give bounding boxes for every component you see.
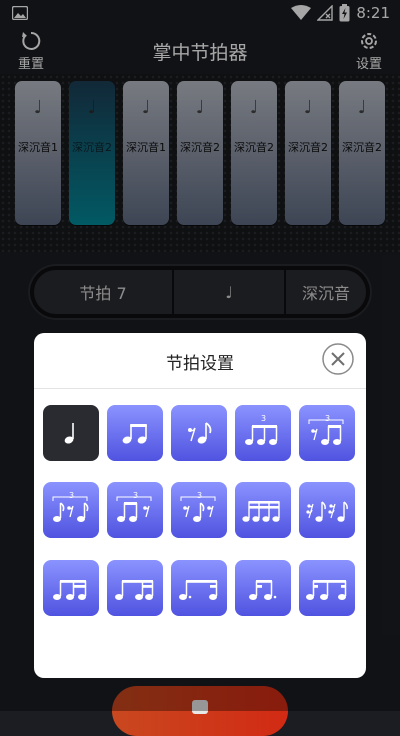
triplet-icon: 3 [245, 414, 278, 445]
sixteenth-eighth-sixteenth-icon [306, 580, 347, 600]
triplet-numeral: 3 [325, 414, 330, 423]
triplet-numeral: 3 [197, 491, 202, 500]
rhythm-option-triplet[interactable]: 3 [235, 405, 291, 461]
two-eighths-icon [122, 424, 147, 444]
rhythm-option-dotted-eighth-sixteenth[interactable] [171, 560, 227, 616]
rhythm-option-four-sixteenths[interactable] [235, 482, 291, 538]
rhythm-option-eighth-rest-eighth[interactable] [171, 405, 227, 461]
triplet-rest-first-icon: 3 [308, 414, 344, 445]
quarter-note-icon [64, 423, 74, 444]
two-sixteenths-eighth-icon [115, 580, 154, 600]
rhythm-option-sixteenth-dotted-eighth[interactable] [235, 560, 291, 616]
eighth-two-sixteenths-icon [53, 580, 87, 600]
triplet-rest-middle-icon: 3 [52, 491, 89, 522]
rhythm-option-triplet-rest-middle[interactable]: 3 [43, 482, 99, 538]
sixteenth-dotted-eighth-icon [249, 580, 277, 600]
rhythm-option-eighth-two-sixteenths[interactable] [43, 560, 99, 616]
dialog-divider [34, 388, 366, 389]
rest-eighth-icon [188, 422, 212, 444]
rhythm-option-two-eighths[interactable] [107, 405, 163, 461]
triplet-numeral: 3 [261, 414, 266, 423]
rhythm-option-sixteenth-rest-pattern[interactable] [299, 482, 355, 538]
close-icon[interactable] [322, 343, 354, 375]
triplet-numeral: 3 [133, 491, 138, 500]
triplet-numeral: 3 [69, 491, 74, 500]
triplet-two-rests-icon: 3 [180, 491, 216, 522]
rhythm-option-sixteenth-eighth-sixteenth[interactable] [299, 560, 355, 616]
rhythm-option-triplet-rest-last[interactable]: 3 [107, 482, 163, 538]
four-sixteenths-icon [242, 501, 280, 522]
rhythm-dialog: 节拍设置 3 3 3 3 3 [34, 333, 366, 678]
dialog-title: 节拍设置 [166, 354, 234, 374]
rhythm-option-triplet-rest-first[interactable]: 3 [299, 405, 355, 461]
rhythm-option-quarter[interactable] [43, 405, 99, 461]
rhythm-option-two-sixteenths-eighth[interactable] [107, 560, 163, 616]
triplet-rest-last-icon: 3 [116, 491, 152, 522]
rhythm-option-triplet-two-rests[interactable]: 3 [171, 482, 227, 538]
dotted-eighth-sixteenth-icon [179, 580, 218, 600]
sixteenth-rest-pattern-icon [306, 501, 348, 522]
